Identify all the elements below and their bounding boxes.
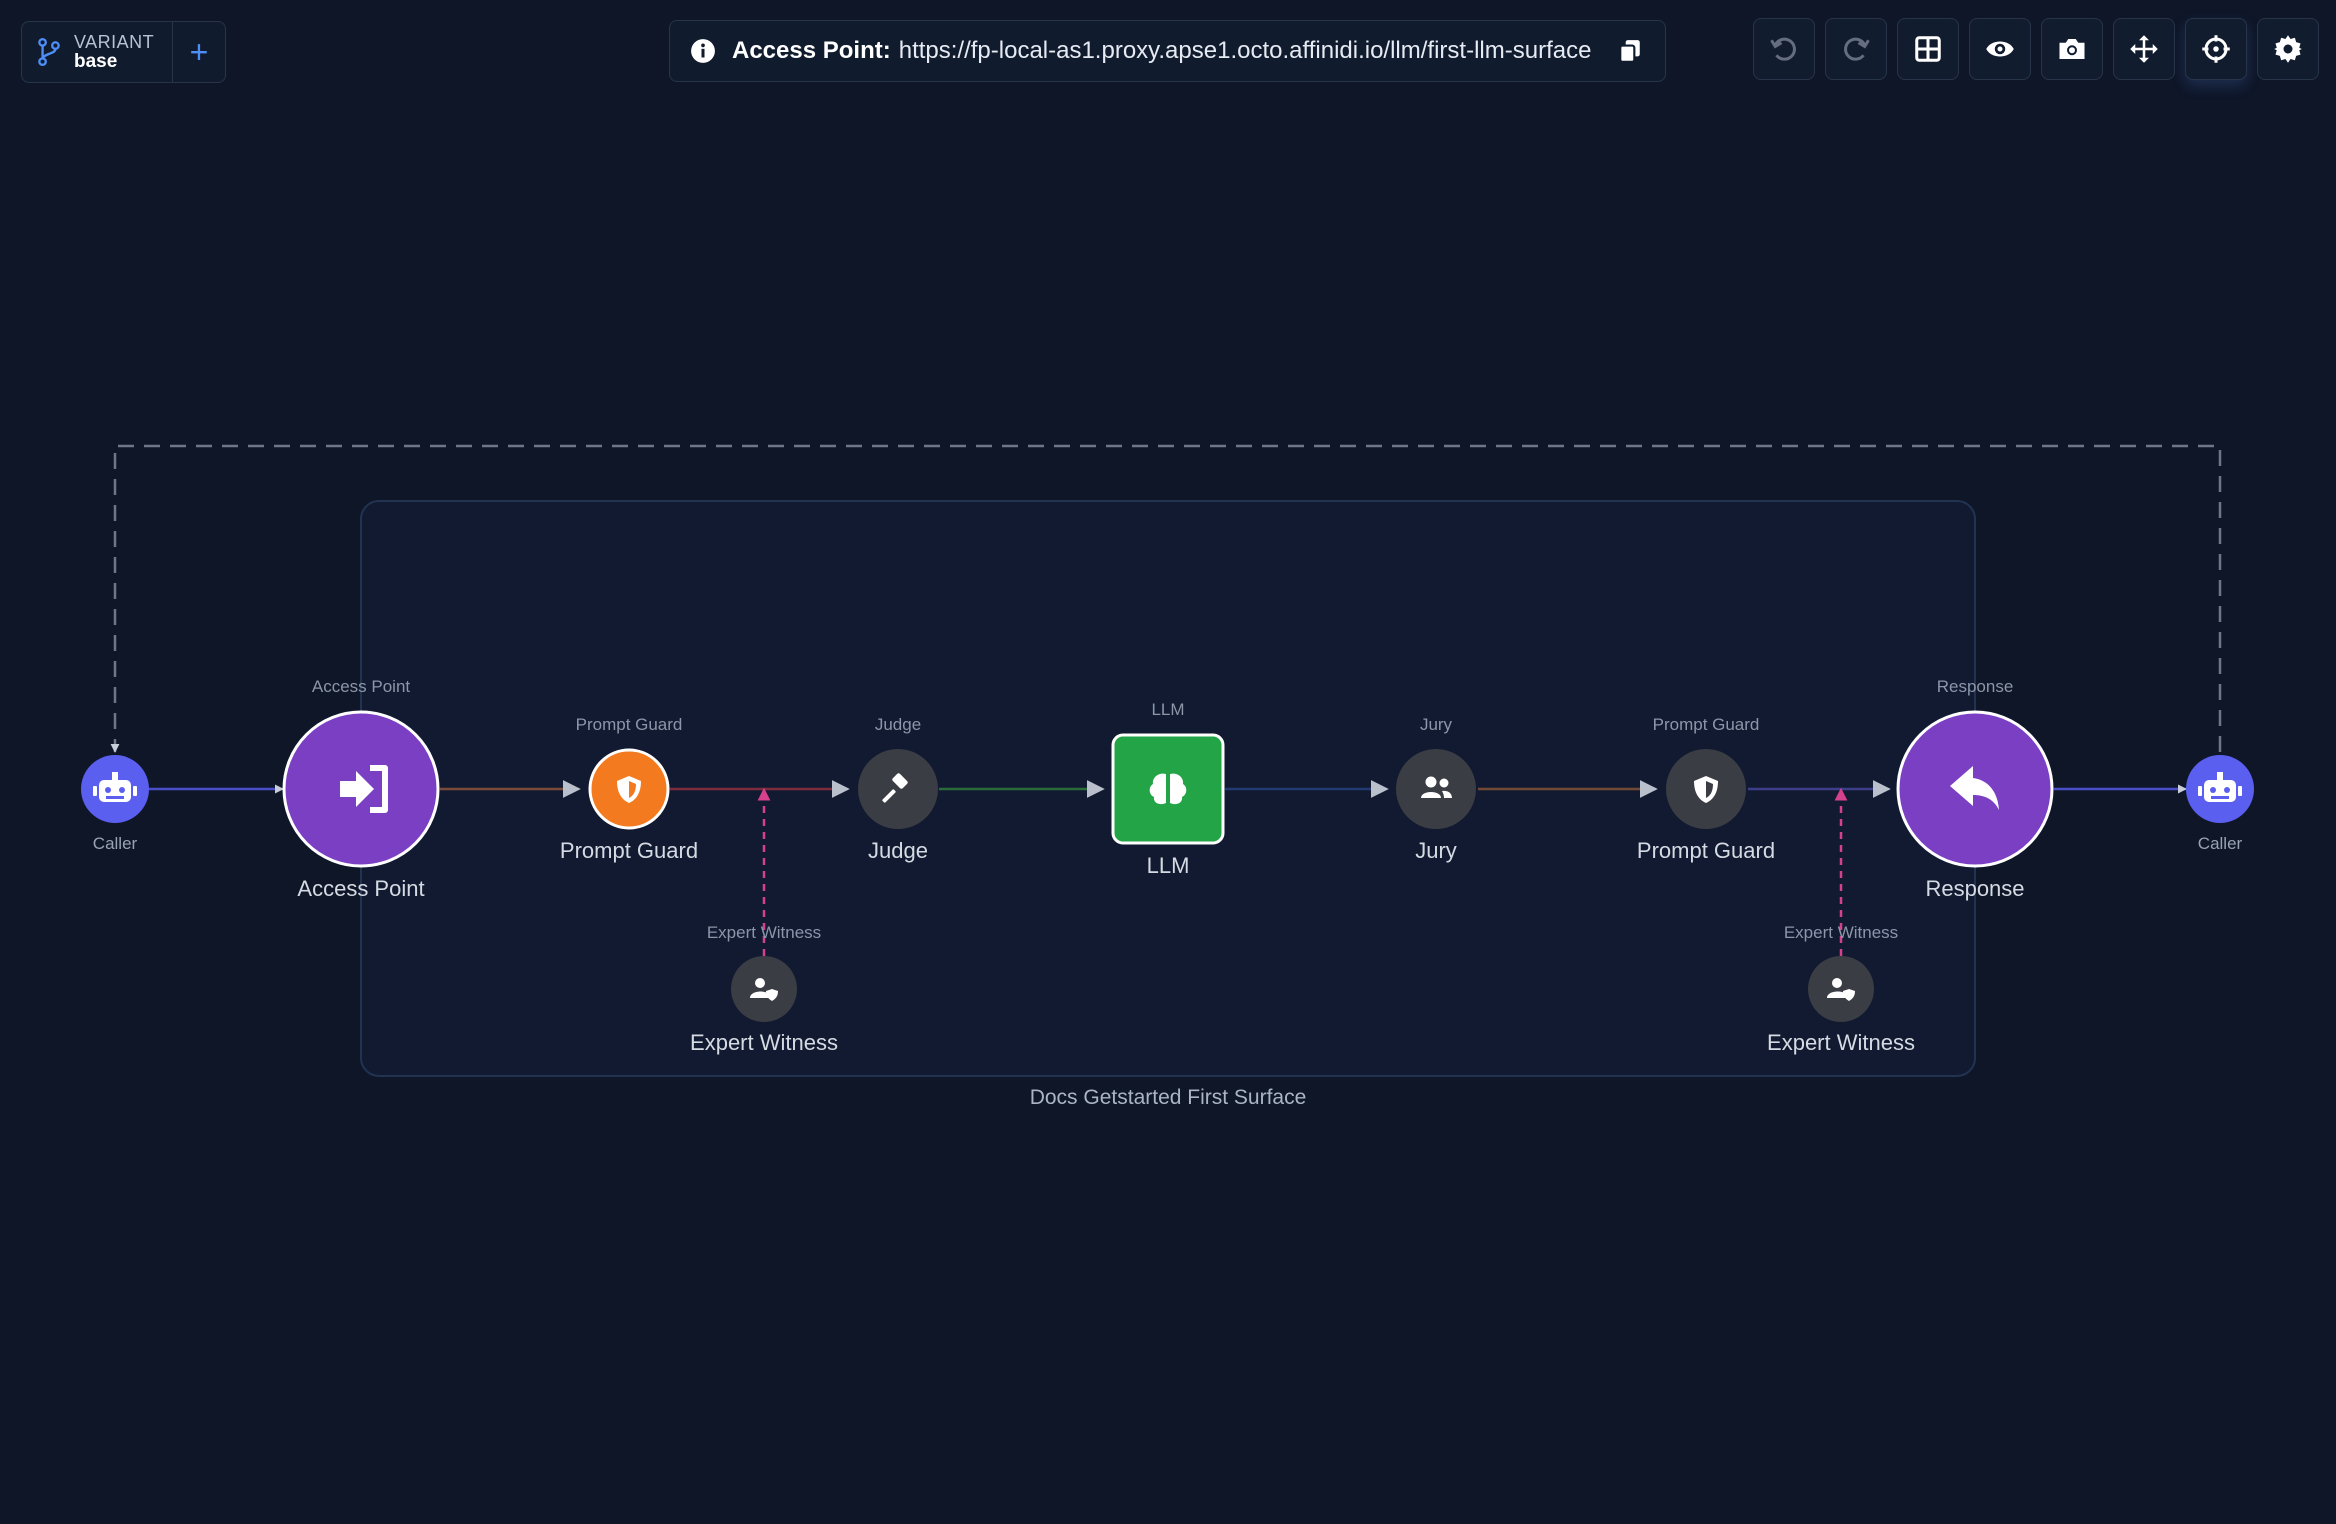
response-label: Response <box>1925 876 2025 901</box>
expert-witness-node-2[interactable] <box>1808 956 1874 1022</box>
judge-label: Judge <box>868 838 928 863</box>
judge-node[interactable] <box>858 749 938 829</box>
prompt-guard-out-node[interactable] <box>1666 749 1746 829</box>
access-point-top-label: Access Point <box>311 677 411 696</box>
expert-witness-node-1[interactable] <box>731 956 797 1022</box>
caller-node-right[interactable] <box>2186 755 2254 823</box>
llm-top-label: LLM <box>1151 700 1185 719</box>
access-point-label: Access Point <box>297 876 425 901</box>
response-node[interactable] <box>1896 710 2054 868</box>
jury-node[interactable] <box>1396 749 1476 829</box>
caller-node-left[interactable] <box>81 755 149 823</box>
caller-label-left: Caller <box>92 834 138 853</box>
prompt-guard-out-label: Prompt Guard <box>1636 838 1776 863</box>
prompt-guard-out-top-label: Prompt Guard <box>1652 715 1760 734</box>
llm-node[interactable] <box>1111 733 1225 845</box>
judge-top-label: Judge <box>874 715 922 734</box>
surface-label: Docs Getstarted First Surface <box>1029 1086 1307 1109</box>
expert-witness-1-label: Expert Witness <box>690 1030 838 1055</box>
access-point-node[interactable] <box>282 710 440 868</box>
caller-label-right: Caller <box>2197 834 2243 853</box>
expert-witness-1-top-label: Expert Witness <box>706 923 822 942</box>
flow-canvas[interactable] <box>0 0 2336 1524</box>
prompt-guard-in-top-label: Prompt Guard <box>575 715 683 734</box>
jury-label: Jury <box>1415 838 1457 863</box>
response-top-label: Response <box>1936 677 2014 696</box>
prompt-guard-in-label: Prompt Guard <box>559 838 699 863</box>
jury-top-label: Jury <box>1419 715 1453 734</box>
expert-witness-2-top-label: Expert Witness <box>1783 923 1899 942</box>
llm-label: LLM <box>1146 853 1190 878</box>
prompt-guard-in-node[interactable] <box>588 748 670 830</box>
expert-witness-2-label: Expert Witness <box>1767 1030 1915 1055</box>
